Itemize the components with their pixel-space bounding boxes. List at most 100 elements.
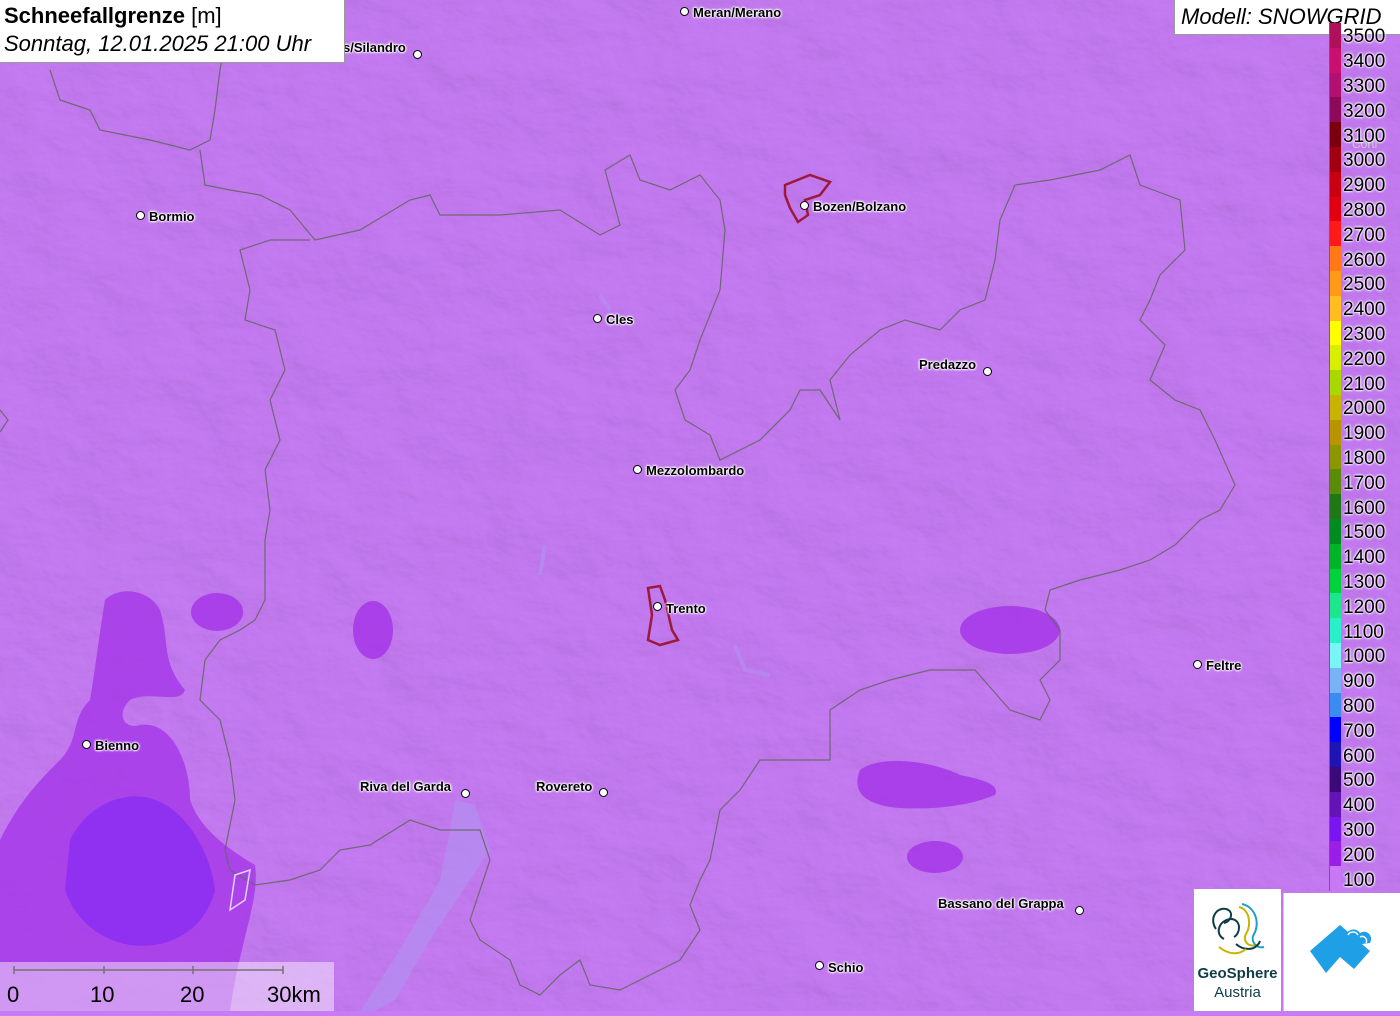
legend-swatch	[1329, 618, 1341, 643]
city-label-cles[interactable]: Cles	[606, 312, 633, 327]
legend-label: 3300	[1343, 75, 1386, 97]
legend-row: 2200	[1329, 345, 1400, 371]
city-label-mezzolombardo[interactable]: Mezzolombardo	[646, 463, 744, 478]
legend-row: 400	[1329, 791, 1400, 817]
legend-label: 2400	[1343, 299, 1386, 321]
legend-label: 1100	[1343, 621, 1384, 643]
legend-swatch	[1329, 23, 1341, 48]
legend-label: 700	[1343, 720, 1375, 742]
legend-swatch	[1329, 419, 1341, 445]
legend-label: 800	[1343, 695, 1375, 717]
scale-label-30: 30km	[267, 982, 321, 1007]
legend-label: 400	[1343, 795, 1375, 817]
city-dot[interactable]	[82, 740, 91, 749]
city-dot[interactable]	[800, 201, 809, 210]
legend-row: 1300	[1329, 568, 1400, 594]
legend-swatch	[1329, 494, 1341, 519]
legend-row: 1800	[1329, 444, 1400, 470]
legend-label: 900	[1343, 671, 1375, 693]
legend-label: 2000	[1343, 398, 1386, 420]
legend-label: 3100	[1343, 125, 1386, 147]
legend-swatch	[1329, 370, 1341, 395]
legend-row: 1100	[1329, 618, 1400, 643]
legend-swatch	[1329, 444, 1341, 470]
legend-label: 2900	[1343, 175, 1386, 197]
city-label-bolzano[interactable]: Bozen/Bolzano	[813, 199, 906, 214]
legend-label: 1500	[1343, 522, 1386, 544]
legend-swatch	[1329, 816, 1341, 842]
city-dot[interactable]	[136, 211, 145, 220]
legend-label: 2800	[1343, 199, 1386, 221]
legend-swatch	[1329, 767, 1341, 792]
legend-label: 1900	[1343, 423, 1386, 445]
city-dot[interactable]	[1075, 906, 1084, 915]
legend-label: 1200	[1343, 596, 1386, 618]
legend-swatch	[1329, 122, 1341, 147]
legend-label: 1800	[1343, 447, 1386, 469]
city-dot[interactable]	[1193, 660, 1202, 669]
city-dot[interactable]	[633, 465, 642, 474]
city-label-bassano[interactable]: Bassano del Grappa	[938, 896, 1064, 911]
legend-label: 2700	[1343, 224, 1386, 246]
legend-swatch	[1329, 568, 1341, 594]
legend-swatch	[1329, 72, 1341, 98]
legend-swatch	[1329, 271, 1341, 296]
legend-row: 3200	[1329, 97, 1400, 123]
legend-row: 500	[1329, 767, 1400, 792]
map-title-box: Schneefallgrenze [m] Sonntag, 12.01.2025…	[0, 0, 345, 63]
legend-row: 1000	[1329, 643, 1400, 668]
legend-label: 3400	[1343, 51, 1386, 73]
city-label-bienno[interactable]: Bienno	[95, 738, 139, 753]
legend-swatch	[1329, 667, 1341, 693]
city-dot[interactable]	[599, 788, 608, 797]
city-label-schio[interactable]: Schio	[828, 960, 863, 975]
legend-swatch	[1329, 47, 1341, 73]
city-dot[interactable]	[461, 789, 470, 798]
city-label-meran[interactable]: Meran/Merano	[693, 5, 781, 20]
legend-row: 2900	[1329, 171, 1400, 197]
legend-row: 2600	[1329, 246, 1400, 271]
legend-swatch	[1329, 791, 1341, 817]
color-legend: 3500 3400 3300 3200 3100 3000 2900 2800 2700 2600…	[1329, 23, 1400, 891]
legend-label: 2500	[1343, 274, 1386, 296]
legend-label: 3000	[1343, 150, 1386, 172]
legend-row: 100	[1329, 866, 1400, 891]
city-dot[interactable]	[413, 50, 422, 59]
legend-row: 3100	[1329, 122, 1400, 147]
map-title-unit: [m]	[191, 3, 222, 28]
legend-swatch	[1329, 841, 1341, 867]
city-label-bormio[interactable]: Bormio	[149, 209, 195, 224]
legend-swatch	[1329, 469, 1341, 495]
legend-label: 1000	[1343, 646, 1386, 668]
city-dot[interactable]	[593, 314, 602, 323]
city-dot[interactable]	[680, 7, 689, 16]
geosphere-mark-icon	[1212, 903, 1265, 955]
scale-label-0: 0	[7, 982, 20, 1007]
geosphere-logo-line1: GeoSphere	[1197, 965, 1278, 982]
legend-swatch	[1329, 543, 1341, 569]
city-label-trento[interactable]: Trento	[666, 601, 706, 616]
legend-label: 1700	[1343, 472, 1386, 494]
city-dot[interactable]	[653, 602, 662, 611]
legend-swatch	[1329, 742, 1341, 767]
geosphere-logo[interactable]: GeoSphere Austria	[1194, 889, 1281, 1011]
city-label-rovereto[interactable]: Rovereto	[536, 779, 592, 794]
legend-row: 900	[1329, 667, 1400, 693]
legend-label: 1600	[1343, 497, 1386, 519]
legend-label: 2100	[1343, 373, 1386, 395]
city-label-silandro[interactable]: s/Silandro	[343, 40, 406, 55]
legend-swatch	[1329, 593, 1341, 619]
map-canvas[interactable]	[0, 0, 1400, 1011]
city-dot[interactable]	[815, 961, 824, 970]
legend-row: 1400	[1329, 543, 1400, 569]
city-label-feltre[interactable]: Feltre	[1206, 658, 1241, 673]
city-label-predazzo[interactable]: Predazzo	[919, 357, 976, 372]
legend-row: 800	[1329, 692, 1400, 718]
map-title-text: Schneefallgrenze	[4, 3, 185, 28]
legend-swatch	[1329, 246, 1341, 271]
city-dot[interactable]	[983, 367, 992, 376]
city-label-riva[interactable]: Riva del Garda	[360, 779, 451, 794]
legend-label: 1400	[1343, 547, 1386, 569]
app-logo[interactable]	[1283, 893, 1400, 1011]
geosphere-logo-line2: Austria	[1214, 984, 1261, 1001]
